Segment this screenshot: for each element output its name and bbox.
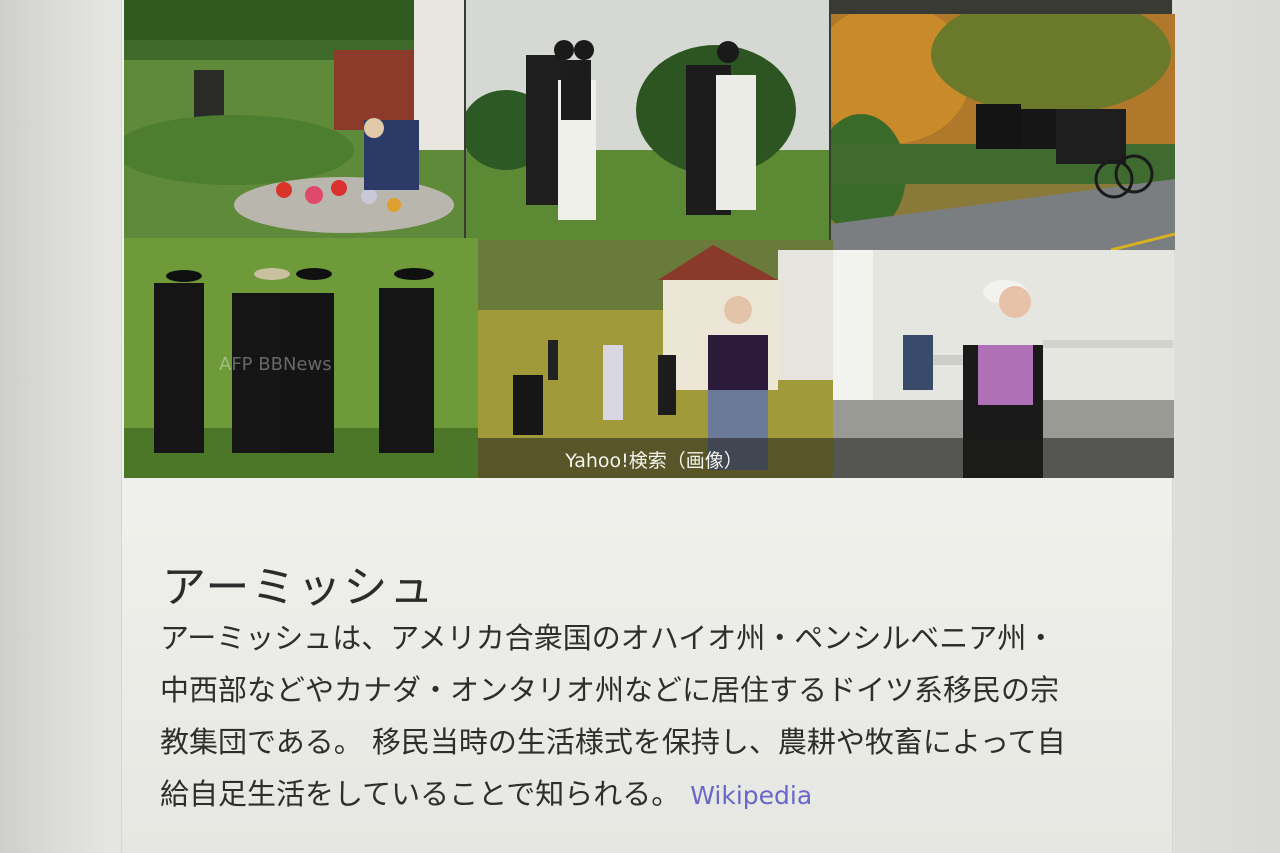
- image-tile-farmyard[interactable]: [124, 0, 464, 238]
- image-source-link[interactable]: Yahoo!検索（画像）: [564, 446, 744, 473]
- image-tile-women-walking[interactable]: [466, 0, 829, 240]
- buggy-photo: [831, 14, 1175, 250]
- image-tile-buggy[interactable]: [831, 14, 1175, 250]
- entity-description: アーミッシュは、アメリカ合衆国のオハイオ州・ペンシルベニア州・ 中西部などやカナ…: [160, 612, 1150, 822]
- image-tile-men-field[interactable]: AFP BBNews: [124, 238, 478, 478]
- watermark-text: AFP BBNews: [219, 354, 332, 375]
- women-walking-photo: [466, 0, 829, 240]
- description-line-text: 給自足生活をしていることで知られる。: [160, 777, 681, 811]
- description-line-last: 給自足生活をしていることで知られる。 Wikipedia: [160, 768, 1150, 822]
- description-line: 中西部などやカナダ・オンタリオ州などに居住するドイツ系移民の宗: [160, 673, 1060, 707]
- wikipedia-link[interactable]: Wikipedia: [690, 781, 812, 810]
- farmyard-photo: [124, 0, 464, 238]
- description-line: アーミッシュは、アメリカ合衆国のオハイオ州・ペンシルベニア州・: [160, 621, 1056, 655]
- description-line: 教集団である。 移民当時の生活様式を保持し、農耕や牧畜によって自: [160, 725, 1066, 759]
- knowledge-card: AFP BBNews Yahoo!検索（画像） アーミッシュ アーミッシュは、ア…: [122, 0, 1175, 853]
- image-collage[interactable]: AFP BBNews Yahoo!検索（画像）: [124, 0, 1175, 478]
- entity-title: アーミッシュ: [162, 562, 436, 614]
- men-field-photo: AFP BBNews: [124, 238, 478, 478]
